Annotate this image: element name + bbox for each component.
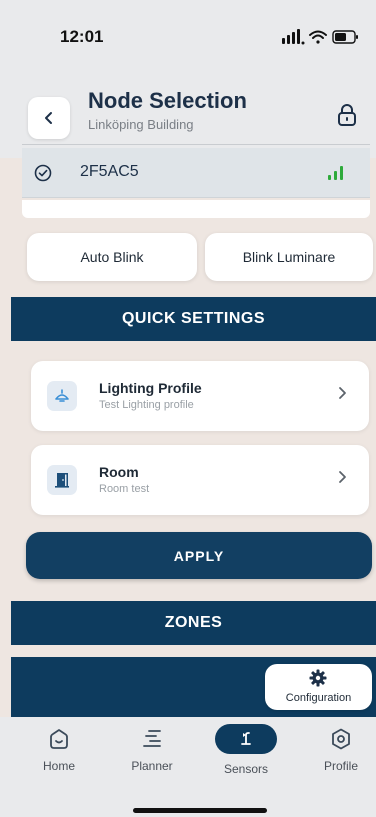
configuration-button[interactable]: Configuration xyxy=(265,664,372,710)
battery-icon xyxy=(332,30,358,44)
header-divider xyxy=(22,144,370,145)
tab-profile[interactable]: Profile xyxy=(301,727,376,773)
cellular-icon xyxy=(282,29,305,45)
page-title: Node Selection xyxy=(88,88,247,113)
sensor-icon xyxy=(241,732,251,745)
tab-sensors-label: Sensors xyxy=(223,762,269,776)
node-id: 2F5AC5 xyxy=(80,163,139,180)
page-subtitle: Linköping Building xyxy=(88,117,194,132)
back-button[interactable] xyxy=(28,97,70,139)
room-value: Room test xyxy=(99,483,150,495)
tab-planner-label: Planner xyxy=(131,759,173,773)
chevron-left-icon xyxy=(45,112,52,124)
check-circle-icon xyxy=(34,164,52,182)
room-title: Room xyxy=(99,464,139,480)
lighting-profile-title: Lighting Profile xyxy=(99,380,202,396)
lighting-profile-card[interactable]: Lighting Profile Test Lighting profile xyxy=(31,361,369,431)
planner-icon xyxy=(143,730,161,747)
chevron-right-icon xyxy=(339,471,346,483)
zones-header: ZONES xyxy=(11,601,376,645)
tab-planner[interactable]: Planner xyxy=(112,727,192,773)
status-icons xyxy=(282,29,358,45)
profile-icon xyxy=(332,728,350,750)
lock-icon[interactable] xyxy=(336,103,358,127)
list-bottom-strip xyxy=(22,200,370,218)
tab-profile-label: Profile xyxy=(323,759,358,773)
chevron-right-icon xyxy=(339,387,346,399)
home-indicator xyxy=(133,808,267,813)
sensor-active-pill xyxy=(215,724,277,754)
tab-home-label: Home xyxy=(42,759,75,773)
lighting-profile-value: Test Lighting profile xyxy=(99,399,194,411)
tab-sensors[interactable]: Sensors xyxy=(206,724,286,776)
selected-node-row[interactable] xyxy=(22,148,370,198)
gear-icon xyxy=(309,669,327,687)
quick-settings-header: QUICK SETTINGS xyxy=(11,297,376,341)
blink-luminare-button[interactable]: Blink Luminare xyxy=(205,233,373,281)
lamp-icon xyxy=(47,381,77,411)
configuration-label: Configuration xyxy=(285,692,352,704)
wifi-icon xyxy=(309,30,327,44)
auto-blink-button[interactable]: Auto Blink xyxy=(27,233,197,281)
apply-button[interactable]: APPLY xyxy=(26,532,372,579)
room-card[interactable]: Room Room test xyxy=(31,445,369,515)
door-icon xyxy=(47,465,77,495)
home-icon xyxy=(50,729,68,749)
signal-strength-icon xyxy=(328,166,343,180)
status-time: 12:01 xyxy=(60,27,104,46)
tab-home[interactable]: Home xyxy=(19,727,99,773)
